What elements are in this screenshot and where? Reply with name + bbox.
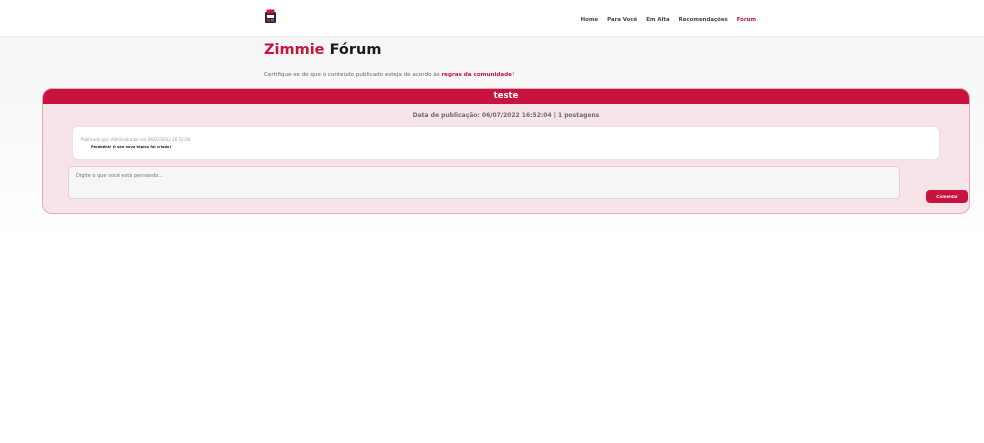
notice-prefix: Certifique-se de que o conteúdo publicad…: [264, 72, 440, 78]
post-meta: Publicado por: Administrador em 06/07/20…: [81, 137, 191, 142]
forum-topic-card: teste Data de publicação: 06/07/2022 16:…: [42, 88, 970, 214]
page-title-rest: Fórum: [329, 42, 382, 58]
community-rules-notice: Certifique-se de que o conteúdo publicad…: [264, 72, 514, 78]
nav-para-voce[interactable]: Para Você: [607, 17, 637, 23]
post-card: Publicado por: Administrador em 06/07/20…: [73, 127, 939, 159]
zimmie-logo-icon[interactable]: [264, 9, 277, 24]
comment-button[interactable]: Comentar: [926, 190, 968, 203]
comment-input[interactable]: [68, 166, 900, 199]
publication-info: Data de publicação: 06/07/2022 16:52:04 …: [412, 112, 600, 119]
nav-em-alta[interactable]: Em Alta: [646, 17, 669, 23]
nav-recomendacoes[interactable]: Recomendações: [679, 17, 728, 23]
topic-title: teste: [43, 89, 969, 104]
post-body: Parabéns! O seu novo tópico foi criado!: [91, 145, 172, 149]
page-title-brand: Zimmie: [264, 42, 325, 58]
nav-home[interactable]: Home: [581, 17, 599, 23]
community-rules-link[interactable]: regras da comunidade: [441, 72, 512, 78]
top-navbar: Home Para Você Em Alta Recomendações Fór…: [0, 0, 984, 36]
notice-suffix: !: [511, 72, 515, 78]
nav-links: Home Para Você Em Alta Recomendações Fór…: [581, 17, 756, 23]
page-title: Zimmie Fórum: [264, 42, 381, 58]
nav-forum[interactable]: Fórum: [737, 17, 756, 23]
